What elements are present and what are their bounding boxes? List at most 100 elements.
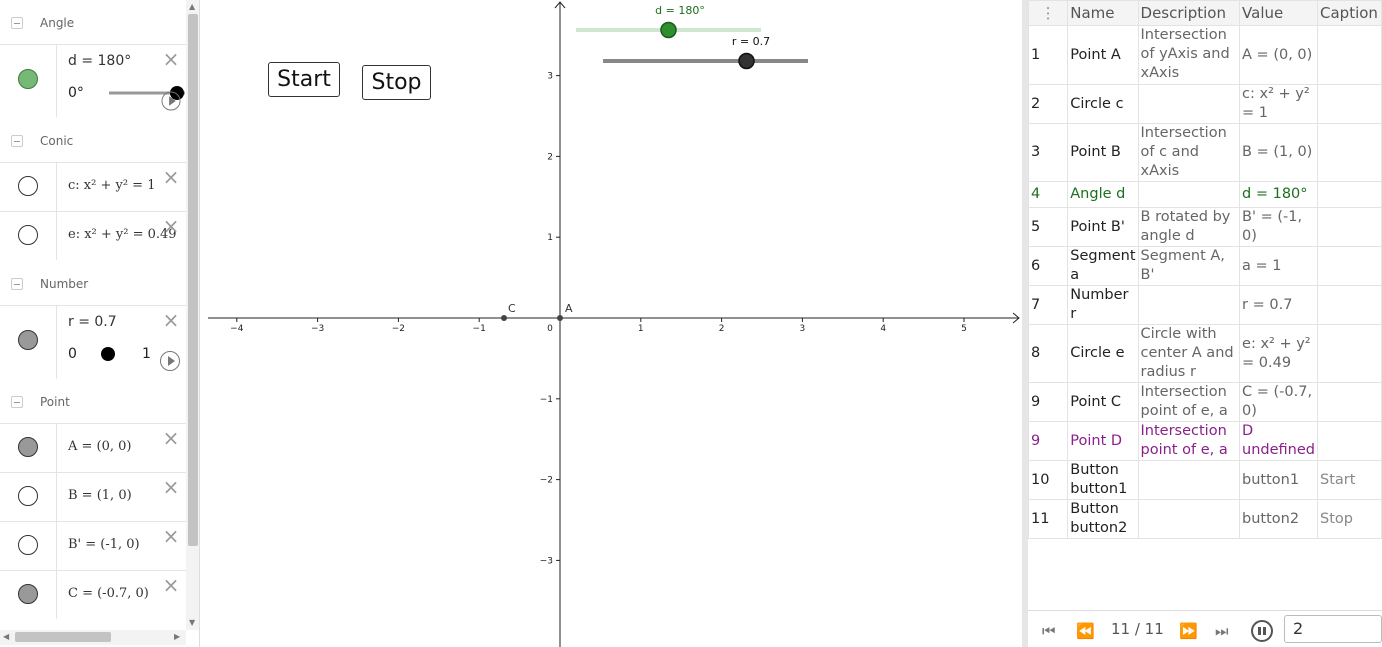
group-header-conic[interactable]: Conic [0,118,186,162]
cell-value: B = (1, 0) [1239,123,1319,182]
previous-step-icon[interactable]: ⏪ [1076,622,1095,640]
next-step-icon[interactable]: ⏩ [1179,622,1198,640]
delete-icon[interactable]: × [161,310,181,330]
horizontal-scroll-thumb[interactable] [15,632,111,642]
visibility-toggle[interactable] [18,584,38,604]
delete-icon[interactable]: × [161,526,181,546]
cell-value: a = 1 [1239,246,1319,286]
collapse-icon[interactable] [11,135,23,147]
group-title: Point [40,395,70,409]
pause-icon[interactable] [1251,620,1273,642]
speed-input[interactable]: 2 [1284,615,1382,643]
column-header-name[interactable]: Name [1067,0,1139,26]
last-step-icon[interactable]: ⏭ [1215,622,1229,640]
slider-min-label: 0° [68,85,84,101]
table-row[interactable]: 5 Point B' B rotated by angle d B' = (-1, 0… [1027,207,1382,247]
scroll-right-icon[interactable]: ▶ [174,632,180,641]
table-row[interactable]: 2 Circle c c: x² + y² = 1 [1027,84,1382,124]
collapse-icon[interactable] [11,396,23,408]
table-row[interactable]: 10 Button button1 button1 Start [1027,460,1382,500]
cell-description [1137,460,1241,500]
cell-caption [1317,382,1382,422]
table-row[interactable]: 6 Segment a Segment A, B' a = 1 [1027,246,1382,286]
cell-description: Intersection point of e, a [1137,421,1241,461]
cell-description: Circle with center A and radius r [1137,324,1241,383]
table-row[interactable]: 11 Button button2 button2 Stop [1027,499,1382,539]
algebra-item-point-a[interactable]: A = (0, 0) × [0,423,186,472]
scroll-down-icon[interactable]: ▼ [189,618,195,627]
stop-button[interactable]: Stop [362,65,431,100]
graphics-canvas[interactable]: −4 −3 −2 −1 0 1 2 3 4 5 3 2 1 −1 −2 −3 d = 180° r = 0.7… [208,0,1022,647]
table-row[interactable]: 1 Point A Intersection of yAxis and xAxis A… [1027,25,1382,85]
algebra-item-point-b-prime[interactable]: B' = (-1, 0) × [0,521,186,570]
y-tick-label: 3 [547,72,553,82]
visibility-toggle[interactable] [18,330,38,350]
algebra-item-number-r[interactable]: r = 0.7 × 0 1 [0,305,186,379]
expression-text[interactable]: B' = (-1, 0) [68,537,140,552]
slider-r-knob[interactable] [738,52,755,70]
column-header-value[interactable]: Value [1239,0,1319,26]
scroll-up-icon[interactable]: ▲ [189,2,195,11]
expression-text[interactable]: d = 180° [68,53,131,69]
table-row[interactable]: 4 Angle d d = 180° [1027,181,1382,208]
play-icon[interactable] [161,91,181,111]
table-row[interactable]: 3 Point B Intersection of c and xAxis B = (… [1027,123,1382,182]
visibility-toggle[interactable] [18,225,38,245]
algebra-item-point-c[interactable]: C = (-0.7, 0) × [0,570,186,619]
x-tick-label: 4 [880,324,886,334]
delete-icon[interactable]: × [161,216,181,236]
column-header-caption[interactable]: Caption [1317,0,1382,26]
vertical-scroll-thumb[interactable] [188,14,198,546]
column-header-description[interactable]: Description [1137,0,1241,26]
point-c[interactable] [501,315,507,321]
delete-icon[interactable]: × [161,477,181,497]
column-menu-icon[interactable]: ⋮ [1027,0,1069,26]
point-a[interactable] [557,315,563,321]
collapse-icon[interactable] [11,17,23,29]
visibility-toggle[interactable] [18,486,38,506]
delete-icon[interactable]: × [161,428,181,448]
visibility-toggle[interactable] [18,69,38,89]
delete-icon[interactable]: × [161,49,181,69]
expression-text[interactable]: A = (0, 0) [68,439,132,454]
cell-number: 9 [1027,382,1069,422]
slider-d-knob[interactable] [660,21,677,39]
first-step-icon[interactable]: ⏮ [1042,622,1056,640]
number-slider[interactable] [83,344,139,364]
visibility-toggle[interactable] [18,535,38,555]
cell-description [1137,499,1241,539]
delete-icon[interactable]: × [161,167,181,187]
group-header-angle[interactable]: Angle [0,0,186,44]
cell-name: Point D [1067,421,1139,461]
group-header-number[interactable]: Number [0,261,186,305]
cell-value: B' = (-1, 0) [1239,207,1319,247]
table-row[interactable]: 9 Point D Intersection point of e, aD unde… [1027,421,1382,461]
expression-text[interactable]: r = 0.7 [68,314,117,330]
scroll-left-icon[interactable]: ◀ [3,632,9,641]
cell-caption [1317,324,1382,383]
algebra-item-angle-d[interactable]: d = 180° × 0° [0,44,186,117]
table-row[interactable]: 8 Circle e Circle with center A and radius… [1027,324,1382,383]
expression-text[interactable]: c: x² + y² = 1 [68,178,155,193]
expression-text[interactable]: C = (-0.7, 0) [68,586,149,601]
table-header-row: ⋮ Name Description Value Caption [1027,0,1382,26]
algebra-item-conic-e[interactable]: e: x² + y² = 0.49 × [0,211,186,260]
slider-knob [101,347,115,361]
play-icon[interactable] [160,351,180,371]
table-row[interactable]: 7 Number r r = 0.7 [1027,285,1382,325]
expression-text[interactable]: B = (1, 0) [68,488,132,503]
start-button[interactable]: Start [268,62,340,97]
cell-description: Intersection of yAxis and xAxis [1137,25,1241,85]
visibility-toggle[interactable] [18,437,38,457]
algebra-item-conic-c[interactable]: c: x² + y² = 1 × [0,162,186,211]
collapse-icon[interactable] [11,278,23,290]
x-tick-label: 1 [638,324,644,334]
algebra-item-point-b[interactable]: B = (1, 0) × [0,472,186,521]
group-header-point[interactable]: Point [0,379,186,423]
visibility-toggle[interactable] [18,176,38,196]
table-row[interactable]: 9 Point C Intersection point of e, aC = (-… [1027,382,1382,422]
graphics-view[interactable]: −4 −3 −2 −1 0 1 2 3 4 5 3 2 1 −1 −2 −3 d = 180° r = 0.7… [208,0,1022,647]
cell-description: Intersection point of e, a [1137,382,1241,422]
delete-icon[interactable]: × [161,575,181,595]
x-tick-label: −4 [230,324,244,334]
